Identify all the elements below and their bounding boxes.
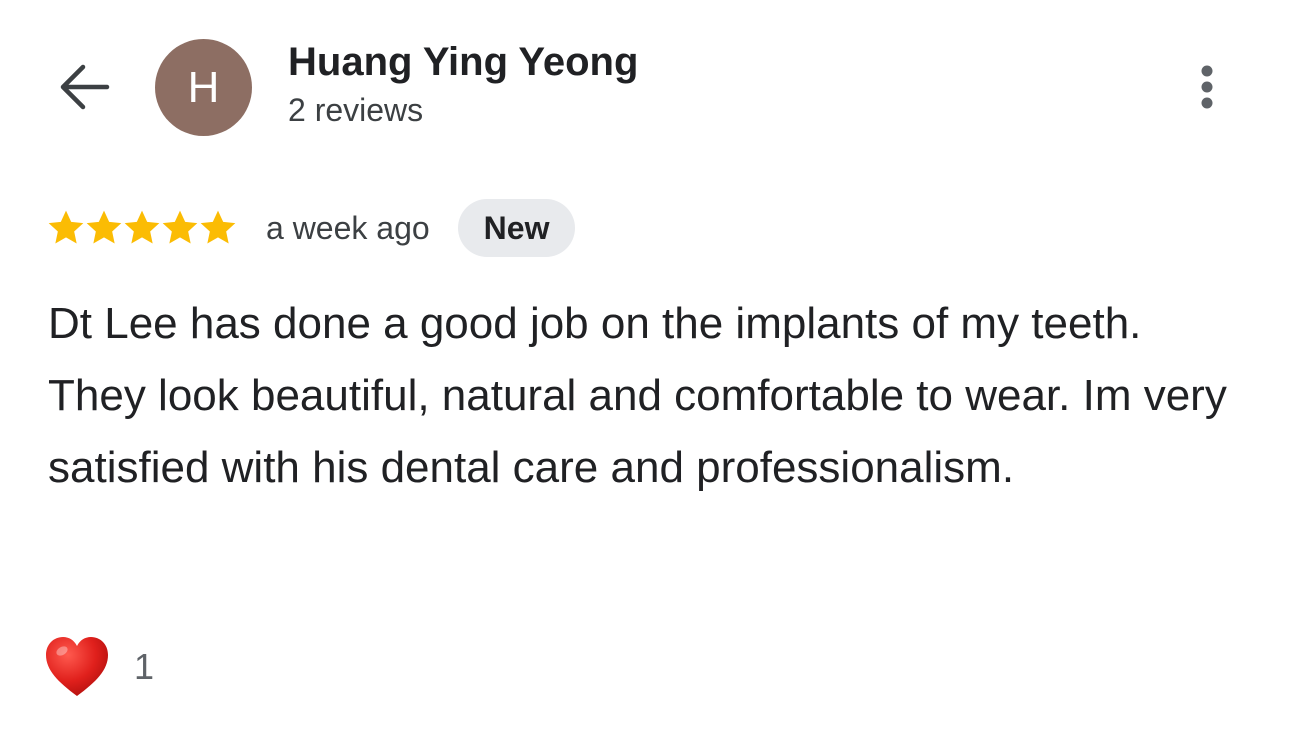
new-badge: New: [457, 199, 576, 257]
review-time: a week ago: [266, 209, 430, 246]
star-rating: [46, 208, 236, 248]
star-icon: [124, 210, 160, 244]
review-count: 2 reviews: [288, 92, 424, 128]
star-icon: [162, 210, 198, 244]
back-button[interactable]: [52, 58, 114, 116]
reviewer-name[interactable]: Huang Ying Yeong: [288, 40, 638, 85]
star-icon: [86, 210, 122, 244]
star-icon: [200, 210, 236, 244]
more-vertical-icon: [1201, 65, 1213, 109]
reaction-count: 1: [134, 646, 155, 687]
more-options-button[interactable]: [1186, 58, 1228, 116]
star-icon: [48, 210, 84, 244]
like-reaction-button[interactable]: 1: [44, 636, 154, 698]
heart-icon: [46, 637, 108, 696]
review-text: Dt Lee has done a good job on the implan…: [48, 299, 1227, 492]
avatar[interactable]: H: [155, 39, 252, 136]
rating-row: a week ago New: [46, 198, 576, 258]
avatar-letter: H: [187, 62, 220, 112]
arrow-left-icon: [60, 64, 110, 110]
